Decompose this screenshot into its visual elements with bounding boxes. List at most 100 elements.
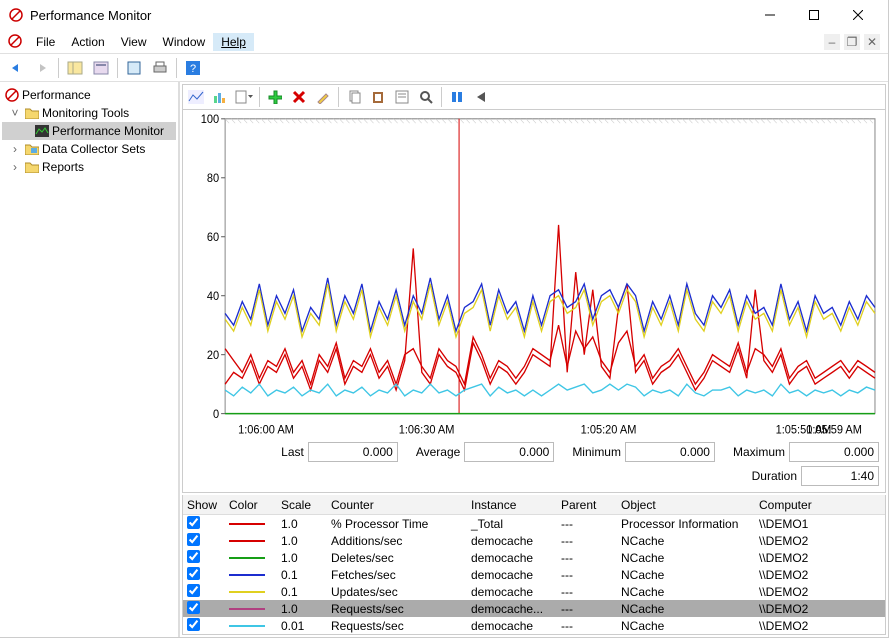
svg-text:60: 60	[207, 232, 219, 245]
show-checkbox[interactable]	[187, 584, 200, 597]
print-button[interactable]	[148, 57, 172, 79]
expander-icon[interactable]: ›	[8, 142, 22, 156]
object-cell: NCache	[617, 602, 755, 616]
show-checkbox[interactable]	[187, 601, 200, 614]
perf-chart[interactable]: 0204060801001:06:00 AM1:06:30 AM1:05:20 …	[183, 110, 885, 440]
instance-cell: democache	[467, 534, 557, 548]
object-cell: NCache	[617, 551, 755, 565]
minimum-value: 0.000	[625, 442, 715, 462]
help-button[interactable]: ?	[181, 57, 205, 79]
svg-text:80: 80	[207, 173, 219, 186]
counter-cell: % Processor Time	[327, 517, 467, 531]
col-counter[interactable]: Counter	[327, 498, 467, 512]
tree-monitoring-tools[interactable]: ˅ Monitoring Tools	[2, 104, 176, 122]
show-checkbox[interactable]	[187, 533, 200, 546]
menu-window[interactable]: Window	[155, 33, 214, 51]
view-chart-button[interactable]	[185, 86, 207, 108]
menu-action[interactable]: Action	[63, 33, 112, 51]
col-object[interactable]: Object	[617, 498, 755, 512]
perfmon-icon	[34, 123, 50, 139]
object-cell: NCache	[617, 568, 755, 582]
freeze-button[interactable]	[446, 86, 468, 108]
mdi-close-icon[interactable]: ✕	[864, 34, 880, 50]
forward-button[interactable]	[30, 57, 54, 79]
show-checkbox[interactable]	[187, 550, 200, 563]
minimize-button[interactable]	[748, 1, 792, 29]
delete-counter-button[interactable]	[288, 86, 310, 108]
duration-value: 1:40	[801, 466, 879, 486]
update-button[interactable]	[470, 86, 492, 108]
parent-cell: ---	[557, 619, 617, 633]
counter-row[interactable]: 1.0Deletes/secdemocache---NCache\\DEMO2	[183, 549, 885, 566]
copy-button[interactable]	[343, 86, 365, 108]
view-report-dropdown[interactable]	[233, 86, 255, 108]
titlebar: Performance Monitor	[0, 0, 888, 30]
parent-cell: ---	[557, 517, 617, 531]
computer-cell: \\DEMO1	[755, 517, 885, 531]
tree-dcs-label: Data Collector Sets	[42, 142, 145, 156]
tree-reports[interactable]: › Reports	[2, 158, 176, 176]
view-histogram-button[interactable]	[209, 86, 231, 108]
col-parent[interactable]: Parent	[557, 498, 617, 512]
counter-row[interactable]: 0.1Fetches/secdemocache---NCache\\DEMO2	[183, 566, 885, 583]
close-button[interactable]	[836, 1, 880, 29]
highlight-button[interactable]	[312, 86, 334, 108]
paste-button[interactable]	[367, 86, 389, 108]
add-counter-button[interactable]	[264, 86, 286, 108]
expander-icon[interactable]: ˅	[8, 106, 22, 120]
menu-help[interactable]: Help	[213, 33, 254, 51]
maximum-value: 0.000	[789, 442, 879, 462]
show-checkbox[interactable]	[187, 567, 200, 580]
counter-grid[interactable]: Show Color Scale Counter Instance Parent…	[182, 495, 886, 635]
counter-cell: Updates/sec	[327, 585, 467, 599]
counter-row[interactable]: 1.0% Processor Time_Total---Processor In…	[183, 515, 885, 532]
col-scale[interactable]: Scale	[277, 498, 327, 512]
tree-data-collector-sets[interactable]: › Data Collector Sets	[2, 140, 176, 158]
counter-row[interactable]: 1.0Requests/secdemocache...---NCache\\DE…	[183, 600, 885, 617]
counter-cell: Additions/sec	[327, 534, 467, 548]
window-title: Performance Monitor	[30, 8, 748, 23]
svg-text:0: 0	[213, 409, 219, 422]
zoom-button[interactable]	[415, 86, 437, 108]
show-checkbox[interactable]	[187, 618, 200, 631]
maximize-button[interactable]	[792, 1, 836, 29]
counter-row[interactable]: 1.0Additions/secdemocache---NCache\\DEMO…	[183, 532, 885, 549]
object-cell: NCache	[617, 585, 755, 599]
menu-view[interactable]: View	[113, 33, 155, 51]
computer-cell: \\DEMO2	[755, 568, 885, 582]
properties-button[interactable]	[89, 57, 113, 79]
computer-cell: \\DEMO2	[755, 551, 885, 565]
tree-performance-monitor[interactable]: Performance Monitor	[2, 122, 176, 140]
col-computer[interactable]: Computer	[755, 498, 885, 512]
counter-row[interactable]: 0.1Updates/secdemocache---NCache\\DEMO2	[183, 583, 885, 600]
instance-cell: democache...	[467, 602, 557, 616]
mdi-restore-icon[interactable]: ❐	[844, 34, 860, 50]
mdi-minimize-icon[interactable]: –	[824, 34, 840, 50]
color-swatch	[229, 608, 265, 610]
color-swatch	[229, 625, 265, 627]
counter-row[interactable]: 0.01Requests/secdemocache---NCache\\DEMO…	[183, 617, 885, 634]
svg-text:1:05:59 AM: 1:05:59 AM	[806, 424, 862, 437]
minimum-label: Minimum	[572, 445, 621, 459]
col-instance[interactable]: Instance	[467, 498, 557, 512]
counter-cell: Deletes/sec	[327, 551, 467, 565]
menu-file[interactable]: File	[28, 33, 63, 51]
color-swatch	[229, 540, 265, 542]
console-tree[interactable]: Performance ˅ Monitoring Tools Performan…	[0, 82, 180, 637]
scale-cell: 1.0	[277, 517, 327, 531]
properties-button[interactable]	[391, 86, 413, 108]
folder-icon	[24, 105, 40, 121]
scale-cell: 0.01	[277, 619, 327, 633]
show-hide-tree-button[interactable]	[63, 57, 87, 79]
export-button[interactable]	[122, 57, 146, 79]
tree-root-performance[interactable]: Performance	[2, 86, 176, 104]
col-color[interactable]: Color	[225, 498, 277, 512]
last-value: 0.000	[308, 442, 398, 462]
expander-icon[interactable]: ›	[8, 160, 22, 174]
duration-label: Duration	[752, 469, 797, 483]
show-checkbox[interactable]	[187, 516, 200, 529]
back-button[interactable]	[4, 57, 28, 79]
col-show[interactable]: Show	[183, 498, 225, 512]
instance-cell: _Total	[467, 517, 557, 531]
shell-toolbar: ?	[0, 54, 888, 82]
